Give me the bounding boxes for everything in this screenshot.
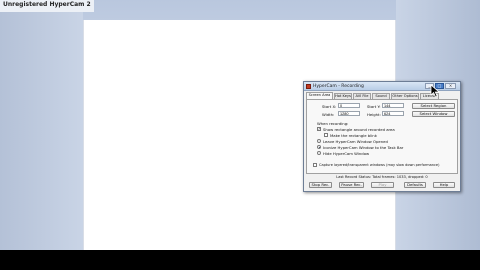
height-input[interactable]: [382, 111, 404, 116]
leave-window-opened-label: Leave HyperCam Window Opened: [323, 139, 388, 144]
screen-area-panel: Start X: Start Y: Select Region Width: H…: [306, 99, 458, 174]
desktop-left-background: [0, 12, 83, 270]
hide-window-label: Hide HyperCam Window: [323, 151, 370, 156]
start-y-input[interactable]: [382, 103, 404, 108]
record-status-text: Last Record Status: Total frames: 1033, …: [336, 175, 428, 179]
hypercam-watermark: Unregistered HyperCam 2: [0, 0, 94, 12]
mouse-pointer-icon: [430, 84, 441, 98]
when-recording-heading: When recording:: [317, 121, 349, 126]
width-label: Width:: [322, 112, 335, 117]
close-button[interactable]: ×: [445, 83, 456, 89]
blink-rectangle-label: Make the rectangle blink: [330, 133, 377, 138]
play-button[interactable]: Play: [371, 182, 394, 188]
show-rectangle-label: Show rectangle around recorded area: [323, 127, 395, 132]
select-window-button[interactable]: Select Window: [412, 111, 455, 117]
iconize-window-label: Iconize HyperCam Window to the Task Bar: [323, 145, 404, 150]
leave-window-opened-radio[interactable]: [317, 139, 321, 143]
select-region-button[interactable]: Select Region: [412, 103, 455, 109]
iconize-window-radio[interactable]: [317, 145, 321, 149]
hypercam-app-icon: [306, 84, 311, 89]
dialog-button-row: Stop Rec. Pause Rec. Play Defaults Help: [304, 182, 460, 190]
start-x-label: Start X:: [322, 104, 337, 109]
defaults-button[interactable]: Defaults: [404, 182, 426, 188]
capture-layered-checkbox[interactable]: [313, 163, 317, 167]
height-label: Height:: [367, 112, 381, 117]
show-rectangle-checkbox[interactable]: ✓: [317, 127, 321, 131]
blink-rectangle-checkbox[interactable]: [324, 133, 328, 137]
hide-window-radio[interactable]: [317, 151, 321, 155]
dialog-title: HyperCam - Recording: [313, 84, 364, 89]
stop-rec-button[interactable]: Stop Rec.: [309, 182, 332, 188]
pause-rec-button[interactable]: Pause Rec.: [339, 182, 364, 188]
start-y-label: Start Y:: [367, 104, 381, 109]
width-input[interactable]: [338, 111, 360, 116]
tab-screen-area[interactable]: Screen Area: [306, 92, 333, 99]
help-button[interactable]: Help: [433, 182, 455, 188]
capture-layered-label: Capture layered/transparent windows (may…: [319, 163, 440, 167]
letterbox-bar: [0, 250, 480, 270]
start-x-input[interactable]: [338, 103, 360, 108]
